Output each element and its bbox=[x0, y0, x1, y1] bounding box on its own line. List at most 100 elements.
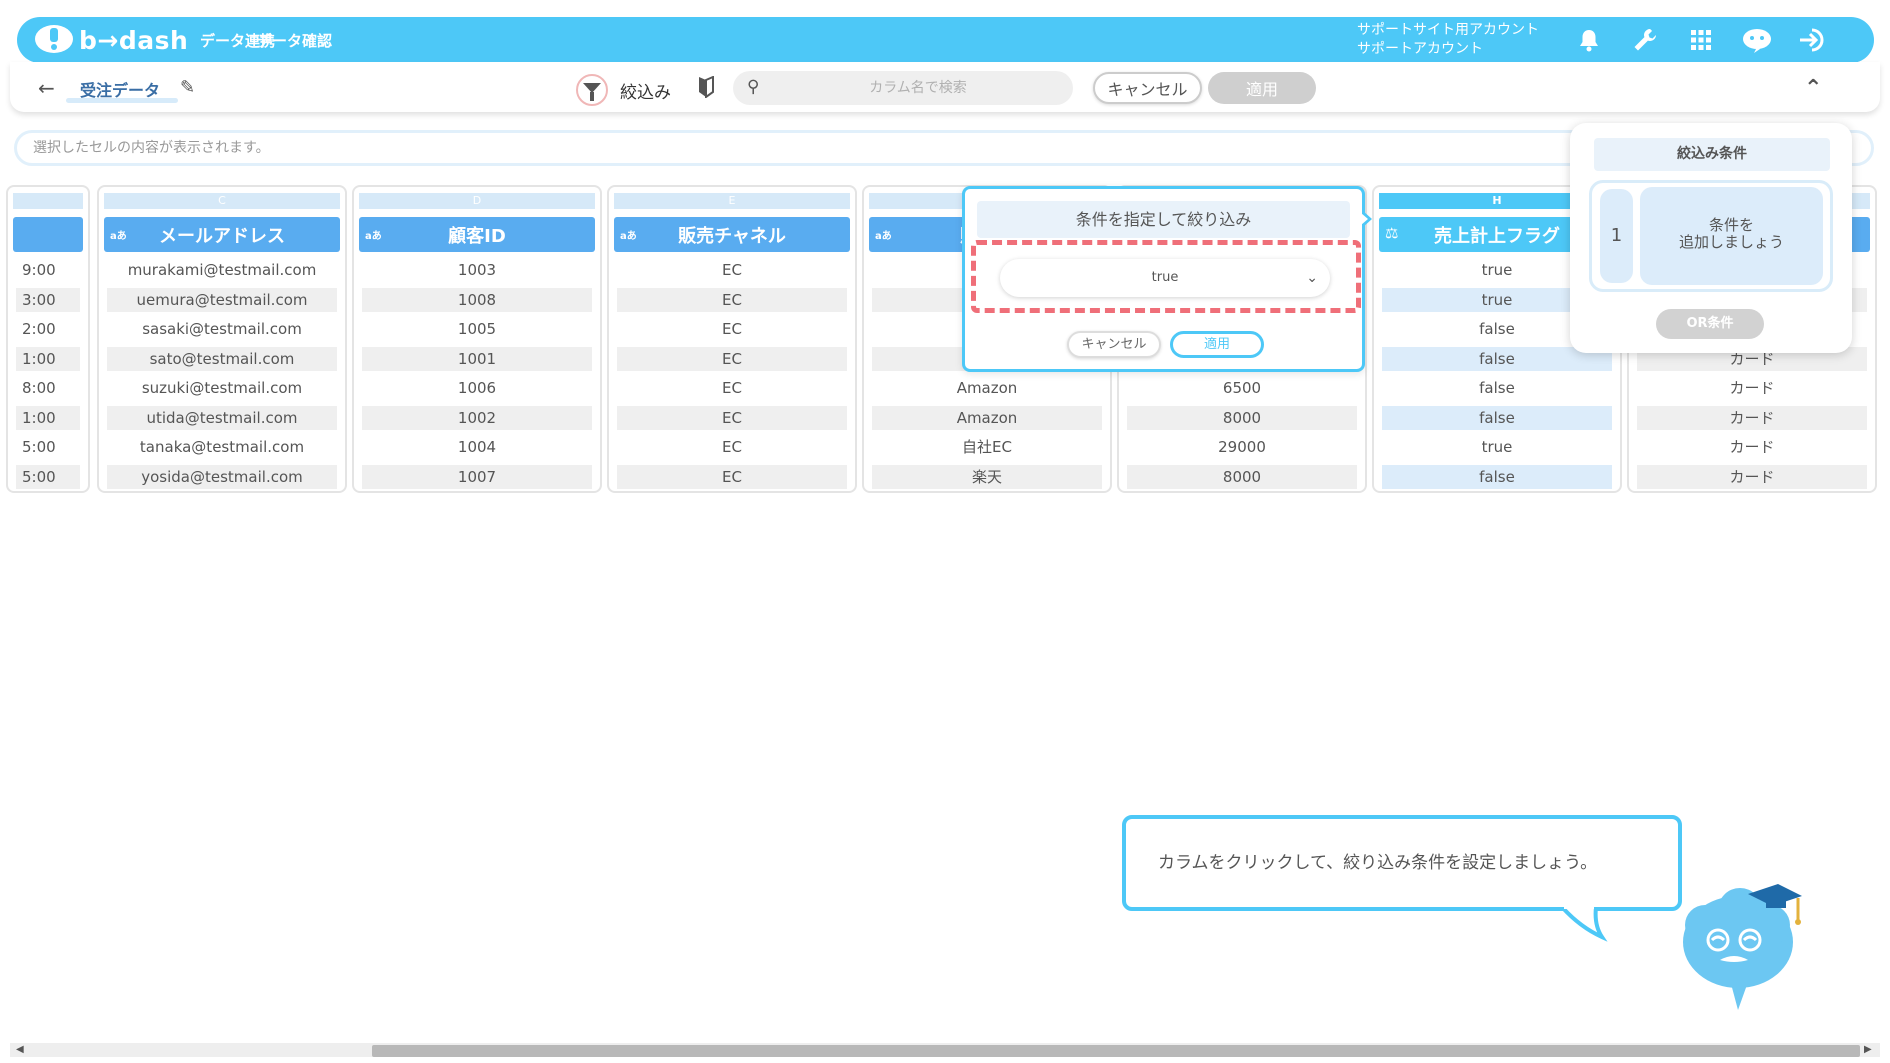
scroll-right-arrow-icon[interactable]: ▶ bbox=[1864, 1044, 1872, 1055]
column-letter[interactable]: C bbox=[104, 193, 340, 209]
popup-title: 条件を指定して絞り込み bbox=[977, 201, 1350, 238]
table-cell[interactable]: 1:00 bbox=[16, 406, 80, 430]
beginner-mark-icon[interactable] bbox=[697, 76, 715, 98]
table-cell[interactable]: sato@testmail.com bbox=[107, 347, 337, 371]
speech-tail bbox=[1560, 907, 1608, 942]
column-letter[interactable]: E bbox=[614, 193, 850, 209]
table-cell[interactable]: Amazon bbox=[872, 406, 1102, 430]
logo-bubble-icon bbox=[35, 23, 75, 57]
bdash-logo[interactable]: b→dash bbox=[35, 23, 188, 57]
table-cell[interactable]: EC bbox=[617, 406, 847, 430]
column-header[interactable]: aあ メールアドレス bbox=[104, 217, 340, 252]
value-select[interactable]: true ⌄ bbox=[1000, 259, 1330, 297]
text-type-icon: aあ bbox=[620, 231, 637, 242]
column-header-label: 販売チャネル bbox=[678, 225, 786, 247]
table-cell[interactable]: 1007 bbox=[362, 465, 592, 489]
or-condition-button[interactable]: OR条件 bbox=[1656, 309, 1764, 339]
table-cell[interactable]: カード bbox=[1637, 465, 1867, 489]
column-header-label: メールアドレス bbox=[159, 225, 285, 247]
table-cell[interactable]: Amazon bbox=[872, 376, 1102, 400]
cancel-filter-button[interactable]: キャンセル bbox=[1093, 72, 1202, 104]
scroll-left-arrow-icon[interactable]: ◀ bbox=[16, 1044, 24, 1055]
table-cell[interactable]: utida@testmail.com bbox=[107, 406, 337, 430]
column-header[interactable]: aあ 販売チャネル bbox=[614, 217, 850, 252]
table-cell[interactable]: 9:00 bbox=[16, 258, 80, 282]
table-cell[interactable]: EC bbox=[617, 317, 847, 341]
table-cell[interactable]: 6500 bbox=[1127, 376, 1357, 400]
table-cell[interactable]: false bbox=[1382, 406, 1612, 430]
filter-conditions-panel: 絞込み条件 1 条件を 追加しましょう OR条件 bbox=[1570, 123, 1852, 353]
table-cell[interactable]: カード bbox=[1637, 435, 1867, 459]
value-select-current: true bbox=[1151, 270, 1179, 285]
table-cell[interactable]: 29000 bbox=[1127, 435, 1357, 459]
filter-condition-popup: 条件を指定して絞り込み true ⌄ キャンセル 適用 bbox=[962, 186, 1365, 372]
apps-grid-icon[interactable] bbox=[1685, 25, 1717, 55]
column-search-input[interactable] bbox=[773, 71, 1063, 105]
table-cell[interactable]: true bbox=[1382, 435, 1612, 459]
table-cell[interactable]: 1002 bbox=[362, 406, 592, 430]
horizontal-scrollbar-thumb[interactable] bbox=[372, 1045, 1860, 1057]
table-cell[interactable]: 2:00 bbox=[16, 317, 80, 341]
account-site-name: サポートサイト用アカウント bbox=[1357, 22, 1539, 38]
table-cell[interactable]: 楽天 bbox=[872, 465, 1102, 489]
table-cell[interactable]: 1001 bbox=[362, 347, 592, 371]
table-cell[interactable]: sasaki@testmail.com bbox=[107, 317, 337, 341]
table-cell[interactable]: 自社EC bbox=[872, 435, 1102, 459]
back-arrow-icon[interactable]: ← bbox=[38, 76, 55, 100]
popup-apply-button[interactable]: 適用 bbox=[1170, 331, 1264, 358]
column-header[interactable] bbox=[13, 217, 83, 252]
table-cell[interactable]: 1006 bbox=[362, 376, 592, 400]
table-cell[interactable]: 8000 bbox=[1127, 465, 1357, 489]
table-cell[interactable]: EC bbox=[617, 258, 847, 282]
table-cell[interactable]: false bbox=[1382, 465, 1612, 489]
wrench-icon[interactable] bbox=[1629, 25, 1661, 55]
table-cell[interactable]: カード bbox=[1637, 406, 1867, 430]
table-cell[interactable]: 5:00 bbox=[16, 435, 80, 459]
boolean-type-icon: ⚖ bbox=[1385, 224, 1399, 242]
table-cell[interactable]: 8000 bbox=[1127, 406, 1357, 430]
chevron-up-icon[interactable]: ⌃ bbox=[1804, 76, 1822, 101]
table-cell[interactable]: カード bbox=[1637, 376, 1867, 400]
table-cell[interactable]: 1005 bbox=[362, 317, 592, 341]
nav-data-check[interactable]: データ確認 bbox=[257, 30, 332, 51]
table-cell[interactable]: EC bbox=[617, 465, 847, 489]
mascot-help-icon[interactable] bbox=[1741, 25, 1773, 55]
column-header-label: 顧客ID bbox=[448, 225, 506, 247]
table-cell[interactable]: EC bbox=[617, 435, 847, 459]
search-icon: ⚲ bbox=[747, 77, 760, 97]
table-cell[interactable]: EC bbox=[617, 347, 847, 371]
logo-text: b→dash bbox=[79, 25, 189, 55]
bell-icon[interactable] bbox=[1573, 25, 1605, 55]
table-cell[interactable]: 1008 bbox=[362, 288, 592, 312]
filter-funnel-icon[interactable] bbox=[576, 74, 608, 106]
popup-cancel-button[interactable]: キャンセル bbox=[1067, 331, 1161, 358]
table-cell[interactable]: 3:00 bbox=[16, 288, 80, 312]
table-cell[interactable]: yosida@testmail.com bbox=[107, 465, 337, 489]
filter-mode-label: 絞込み bbox=[620, 83, 671, 103]
add-condition-slot[interactable]: 条件を 追加しましょう bbox=[1640, 187, 1823, 285]
table-cell[interactable]: EC bbox=[617, 288, 847, 312]
table-cell[interactable]: tanaka@testmail.com bbox=[107, 435, 337, 459]
pencil-edit-icon[interactable]: ✎ bbox=[180, 77, 195, 98]
table-cell[interactable]: 5:00 bbox=[16, 465, 80, 489]
table-cell[interactable]: false bbox=[1382, 376, 1612, 400]
table-cell[interactable]: 1:00 bbox=[16, 347, 80, 371]
account-info[interactable]: サポートサイト用アカウント サポートアカウント bbox=[1357, 21, 1539, 59]
guide-speech-bubble: カラムをクリックして、絞り込み条件を設定しましょう。 bbox=[1122, 815, 1682, 911]
table-cell[interactable]: EC bbox=[617, 376, 847, 400]
column-header[interactable]: aあ 顧客ID bbox=[359, 217, 595, 252]
column-letter[interactable]: D bbox=[359, 193, 595, 209]
column-letter[interactable] bbox=[13, 193, 83, 209]
column-search-box[interactable]: ⚲ bbox=[733, 71, 1073, 105]
apply-filter-button[interactable]: 適用 bbox=[1208, 72, 1316, 104]
popup-pointer-inner bbox=[1361, 213, 1368, 225]
table-cell[interactable]: uemura@testmail.com bbox=[107, 288, 337, 312]
table-cell[interactable]: murakami@testmail.com bbox=[107, 258, 337, 282]
column-header-label: 売上計上フラグ bbox=[1434, 225, 1560, 247]
logout-icon[interactable] bbox=[1797, 25, 1829, 55]
table-cell[interactable]: 1004 bbox=[362, 435, 592, 459]
table-cell[interactable]: 1003 bbox=[362, 258, 592, 282]
table-name-underline bbox=[66, 98, 178, 103]
table-cell[interactable]: 8:00 bbox=[16, 376, 80, 400]
table-cell[interactable]: suzuki@testmail.com bbox=[107, 376, 337, 400]
